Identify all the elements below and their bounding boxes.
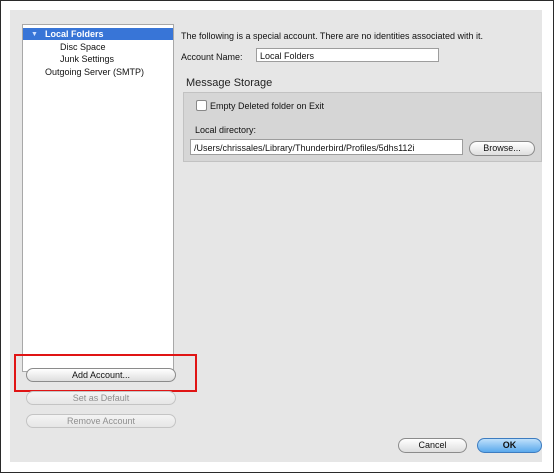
- tree-item-label: Outgoing Server (SMTP): [45, 67, 145, 77]
- tree-item-outgoing-server[interactable]: Outgoing Server (SMTP): [23, 66, 173, 78]
- tree-item-junk-settings[interactable]: Junk Settings: [23, 53, 173, 65]
- empty-deleted-label[interactable]: Empty Deleted folder on Exit: [210, 101, 324, 111]
- cancel-button[interactable]: Cancel: [398, 438, 467, 453]
- tree-item-label: Local Folders: [45, 29, 104, 39]
- disclosure-triangle-icon[interactable]: ▼: [31, 29, 38, 41]
- tree-item-local-folders[interactable]: ▼ Local Folders: [23, 28, 173, 40]
- browse-button[interactable]: Browse...: [469, 141, 535, 156]
- local-directory-field[interactable]: /Users/chrissales/Library/Thunderbird/Pr…: [190, 139, 463, 155]
- account-name-label: Account Name:: [181, 52, 243, 62]
- special-account-notice: The following is a special account. Ther…: [181, 31, 483, 41]
- set-as-default-button[interactable]: Set as Default: [26, 391, 176, 405]
- tree-item-disc-space[interactable]: Disc Space: [23, 41, 173, 53]
- remove-account-button[interactable]: Remove Account: [26, 414, 176, 428]
- account-tree[interactable]: ▼ Local Folders Disc Space Junk Settings…: [22, 24, 174, 372]
- add-account-button[interactable]: Add Account...: [26, 368, 176, 382]
- local-directory-label: Local directory:: [195, 125, 257, 135]
- account-name-input[interactable]: Local Folders: [256, 48, 439, 62]
- tree-item-label: Disc Space: [60, 42, 106, 52]
- empty-deleted-checkbox[interactable]: [196, 100, 207, 111]
- tree-item-label: Junk Settings: [60, 54, 115, 64]
- ok-button[interactable]: OK: [477, 438, 542, 453]
- message-storage-title: Message Storage: [186, 77, 273, 89]
